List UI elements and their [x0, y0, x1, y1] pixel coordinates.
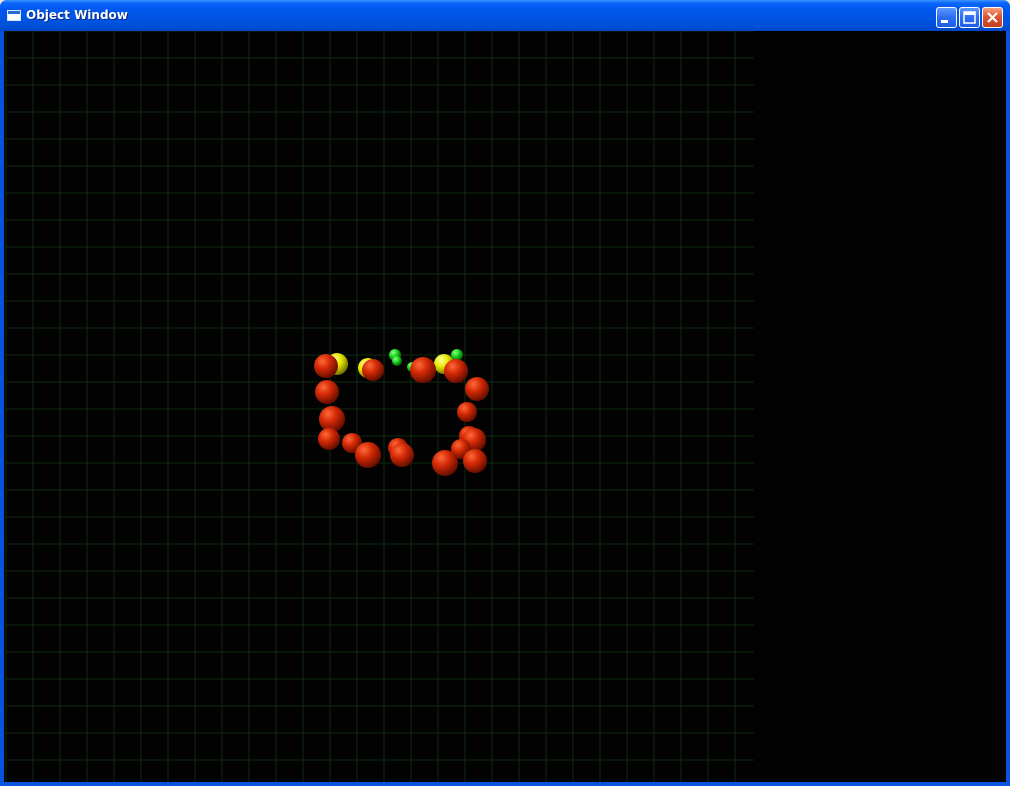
red-sphere [457, 402, 477, 422]
red-sphere [319, 406, 345, 432]
green-sphere [392, 356, 402, 366]
molecule-spheres [314, 349, 489, 476]
red-sphere [444, 359, 468, 383]
scene-canvas[interactable] [4, 31, 1006, 782]
maximize-icon [963, 11, 976, 24]
red-sphere [465, 377, 489, 401]
object-window: Object Window [0, 0, 1010, 786]
window-icon [7, 10, 21, 21]
red-sphere [318, 428, 340, 450]
title-bar[interactable]: Object Window [0, 0, 1010, 31]
ground-grid [5, 31, 754, 782]
red-sphere [314, 354, 338, 378]
red-sphere [463, 449, 487, 473]
minimize-button[interactable] [936, 7, 957, 28]
close-button[interactable] [982, 7, 1003, 28]
red-sphere [362, 359, 384, 381]
minimize-icon [941, 20, 948, 23]
red-sphere [390, 443, 414, 467]
3d-viewport[interactable] [4, 31, 1006, 782]
red-sphere [355, 442, 381, 468]
maximize-button[interactable] [959, 7, 980, 28]
red-sphere [315, 380, 339, 404]
close-icon [987, 12, 998, 23]
red-sphere [410, 357, 436, 383]
window-title: Object Window [26, 8, 128, 22]
